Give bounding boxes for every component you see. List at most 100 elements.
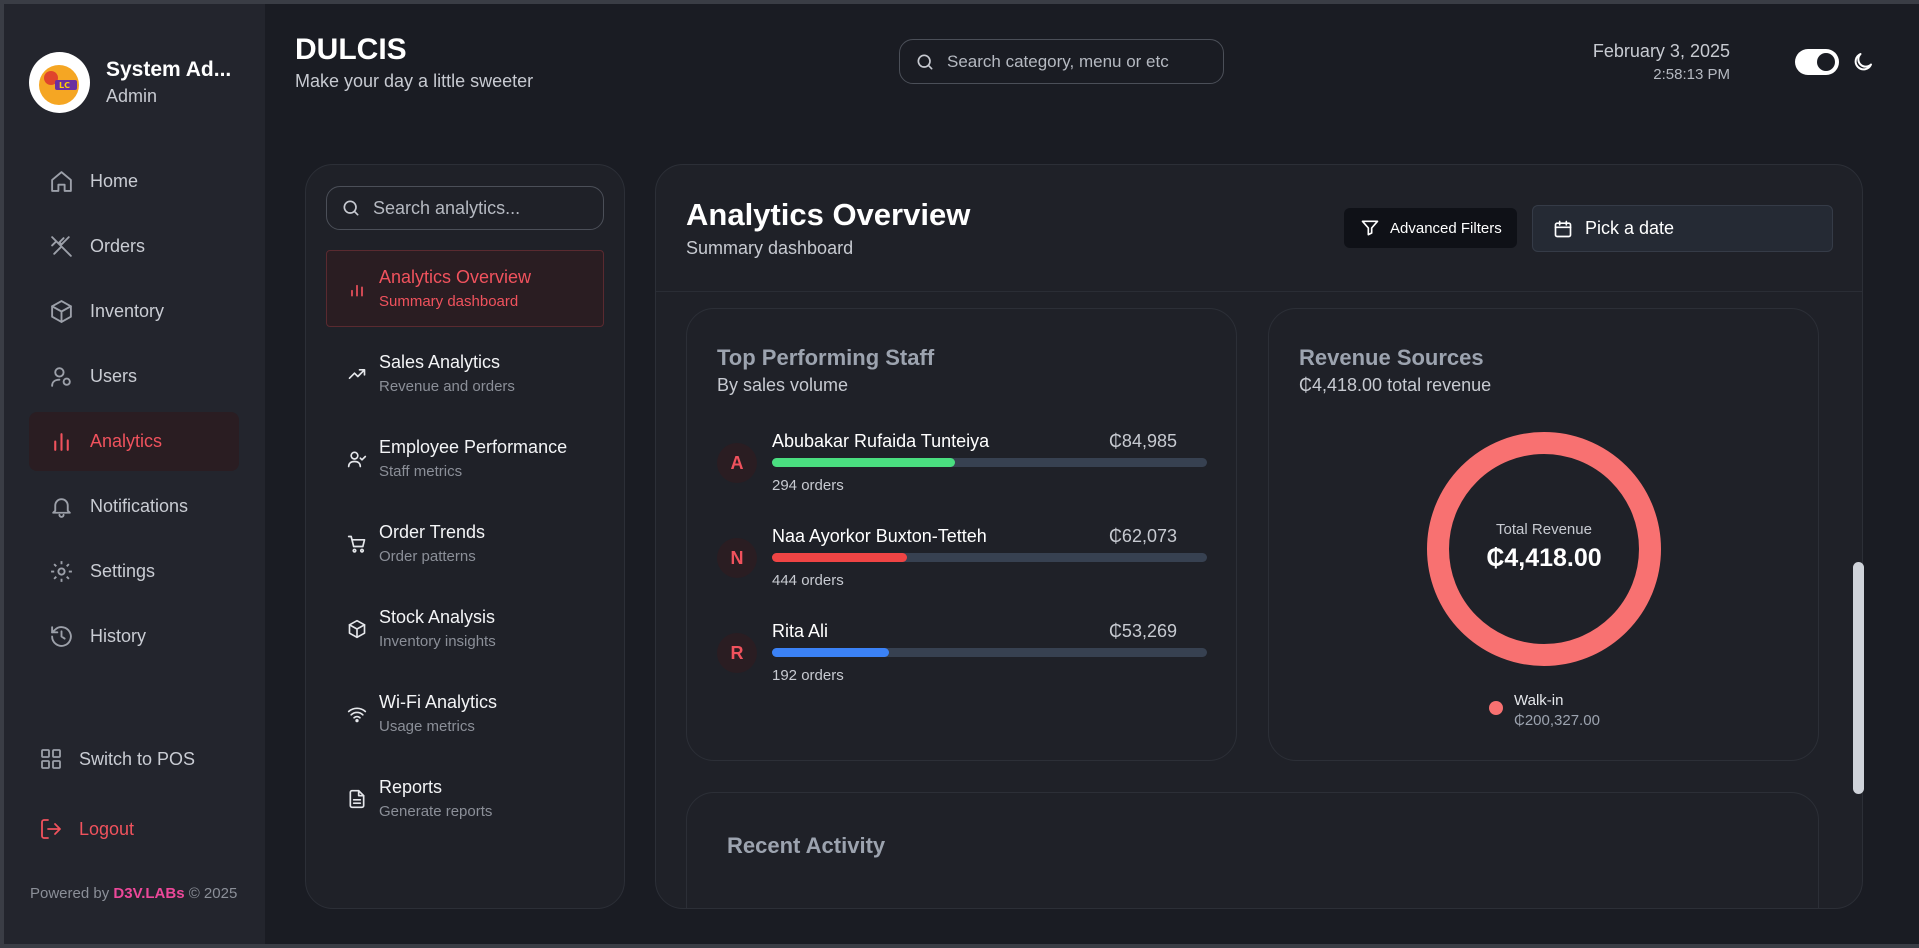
- calendar-icon: [1553, 219, 1573, 239]
- switch-to-pos-label: Switch to POS: [79, 748, 196, 769]
- bell-icon: [49, 494, 74, 519]
- app-subtitle: Make your day a little sweeter: [295, 71, 534, 91]
- donut-center-value: ₵4,418.00: [1486, 544, 1602, 572]
- user-role: Admin: [106, 86, 158, 106]
- nav-item-inventory[interactable]: Inventory: [29, 282, 239, 341]
- brand-link[interactable]: D3V.LABs: [113, 885, 184, 902]
- date-picker-button[interactable]: Pick a date: [1532, 205, 1833, 252]
- search-icon: [341, 198, 361, 218]
- nav-label: Users: [90, 366, 138, 386]
- analytics-search-input[interactable]: Search analytics...: [326, 186, 604, 230]
- nav-desc: Staff metrics: [379, 463, 463, 480]
- app-title: DULCIS: [295, 33, 407, 66]
- analytics-nav-list: Analytics Overview Summary dashboard Sale…: [326, 250, 604, 845]
- moon-icon[interactable]: [1851, 50, 1875, 74]
- utensils-icon: [49, 234, 74, 259]
- cart-icon: [347, 534, 367, 554]
- global-search-input[interactable]: Search category, menu or etc: [899, 39, 1224, 84]
- nav-item-settings[interactable]: Settings: [29, 542, 239, 601]
- legend-value: ₵200,327.00: [1514, 712, 1600, 729]
- nav-desc: Generate reports: [379, 803, 493, 820]
- nav-desc: Revenue and orders: [379, 378, 515, 395]
- nav-title: Analytics Overview: [379, 267, 532, 287]
- user-name: System Ad...: [106, 58, 232, 81]
- user-profile[interactable]: LC System Ad... Admin: [29, 52, 231, 113]
- staff-name: Naa Ayorkor Buxton-Tetteh: [772, 526, 987, 546]
- header-divider: [656, 291, 1862, 292]
- theme-toggle[interactable]: [1795, 49, 1839, 75]
- logout-button[interactable]: Logout: [39, 817, 134, 841]
- analytics-search-placeholder: Search analytics...: [373, 197, 521, 218]
- staff-progress-fill: [772, 458, 955, 467]
- nav-desc: Summary dashboard: [379, 293, 519, 310]
- nav-desc: Order patterns: [379, 548, 476, 565]
- legend-name: Walk-in: [1514, 692, 1564, 709]
- staff-progress-fill: [772, 553, 907, 562]
- switch-to-pos-button[interactable]: Switch to POS: [39, 747, 195, 771]
- analytics-nav-stock[interactable]: Stock Analysis Inventory insights: [326, 590, 604, 667]
- nav-item-history[interactable]: History: [29, 607, 239, 666]
- current-time: 2:58:13 PM: [1653, 66, 1730, 83]
- sidebar: LC System Ad... Admin Home Orders Invent…: [0, 0, 265, 948]
- nav-label: Settings: [90, 561, 156, 581]
- history-icon: [49, 624, 74, 649]
- nav-label: Analytics: [90, 431, 163, 451]
- users-icon: [49, 364, 74, 389]
- nav-desc: Inventory insights: [379, 633, 496, 650]
- staff-progress-track: [772, 648, 1207, 657]
- analytics-nav-wifi[interactable]: Wi-Fi Analytics Usage metrics: [326, 675, 604, 752]
- nav-item-home[interactable]: Home: [29, 152, 239, 211]
- scrollbar-thumb[interactable]: [1853, 562, 1864, 794]
- nav-item-users[interactable]: Users: [29, 347, 239, 406]
- logout-icon: [39, 817, 63, 841]
- staff-progress-fill: [772, 648, 890, 657]
- chart-icon: [49, 429, 74, 454]
- file-icon: [347, 789, 367, 809]
- staff-name: Rita Ali: [772, 621, 829, 641]
- staff-row[interactable]: R Rita Ali ₵53,269 192 orders: [717, 621, 1207, 691]
- current-date: February 3, 2025: [1592, 41, 1730, 61]
- card-subtitle: ₵4,418.00 total revenue: [1299, 375, 1492, 395]
- home-icon: [49, 169, 74, 194]
- recent-activity-card: Recent Activity: [686, 792, 1819, 908]
- donut-center-label: Total Revenue: [1496, 521, 1592, 538]
- staff-progress-track: [772, 458, 1207, 467]
- page-title: Analytics Overview: [686, 197, 971, 232]
- nav-item-notifications[interactable]: Notifications: [29, 477, 239, 536]
- staff-initial-badge: A: [717, 443, 757, 483]
- nav-title: Employee Performance: [379, 437, 568, 457]
- box-icon: [49, 299, 74, 324]
- filter-icon: [1360, 218, 1380, 238]
- nav-label: History: [90, 626, 147, 646]
- svg-text:LC: LC: [59, 81, 70, 90]
- staff-row[interactable]: N Naa Ayorkor Buxton-Tetteh ₵62,073 444 …: [717, 526, 1207, 596]
- analytics-nav-employee[interactable]: Employee Performance Staff metrics: [326, 420, 604, 497]
- card-title: Top Performing Staff: [717, 345, 935, 370]
- advanced-filters-button[interactable]: Advanced Filters: [1344, 208, 1517, 248]
- grid-icon: [39, 747, 63, 771]
- gear-icon: [49, 559, 74, 584]
- nav-item-analytics[interactable]: Analytics: [29, 412, 239, 471]
- nav-title: Sales Analytics: [379, 352, 501, 372]
- staff-orders: 192 orders: [772, 667, 844, 684]
- search-placeholder: Search category, menu or etc: [947, 51, 1169, 71]
- analytics-nav-sales[interactable]: Sales Analytics Revenue and orders: [326, 335, 604, 412]
- card-title: Revenue Sources: [1299, 345, 1484, 370]
- advanced-filters-label: Advanced Filters: [1390, 219, 1502, 237]
- powered-by: Powered by D3V.LABs © 2025: [30, 885, 237, 902]
- powered-prefix: Powered by: [30, 885, 110, 902]
- main-nav: Home Orders Inventory Users Analytics No…: [29, 152, 239, 672]
- analytics-nav-reports[interactable]: Reports Generate reports: [326, 760, 604, 837]
- card-title: Recent Activity: [727, 833, 886, 858]
- logout-label: Logout: [79, 818, 135, 839]
- nav-item-orders[interactable]: Orders: [29, 217, 239, 276]
- staff-progress-track: [772, 553, 1207, 562]
- staff-amount: ₵53,269: [1108, 621, 1177, 641]
- analytics-nav-overview[interactable]: Analytics Overview Summary dashboard: [326, 250, 604, 327]
- staff-amount: ₵62,073: [1108, 526, 1177, 546]
- staff-initial-badge: R: [717, 633, 757, 673]
- revenue-donut-chart[interactable]: Total Revenue ₵4,418.00: [1424, 429, 1664, 669]
- analytics-nav-orders[interactable]: Order Trends Order patterns: [326, 505, 604, 582]
- nav-label: Home: [90, 171, 139, 191]
- staff-row[interactable]: A Abubakar Rufaida Tunteiya ₵84,985 294 …: [717, 431, 1207, 501]
